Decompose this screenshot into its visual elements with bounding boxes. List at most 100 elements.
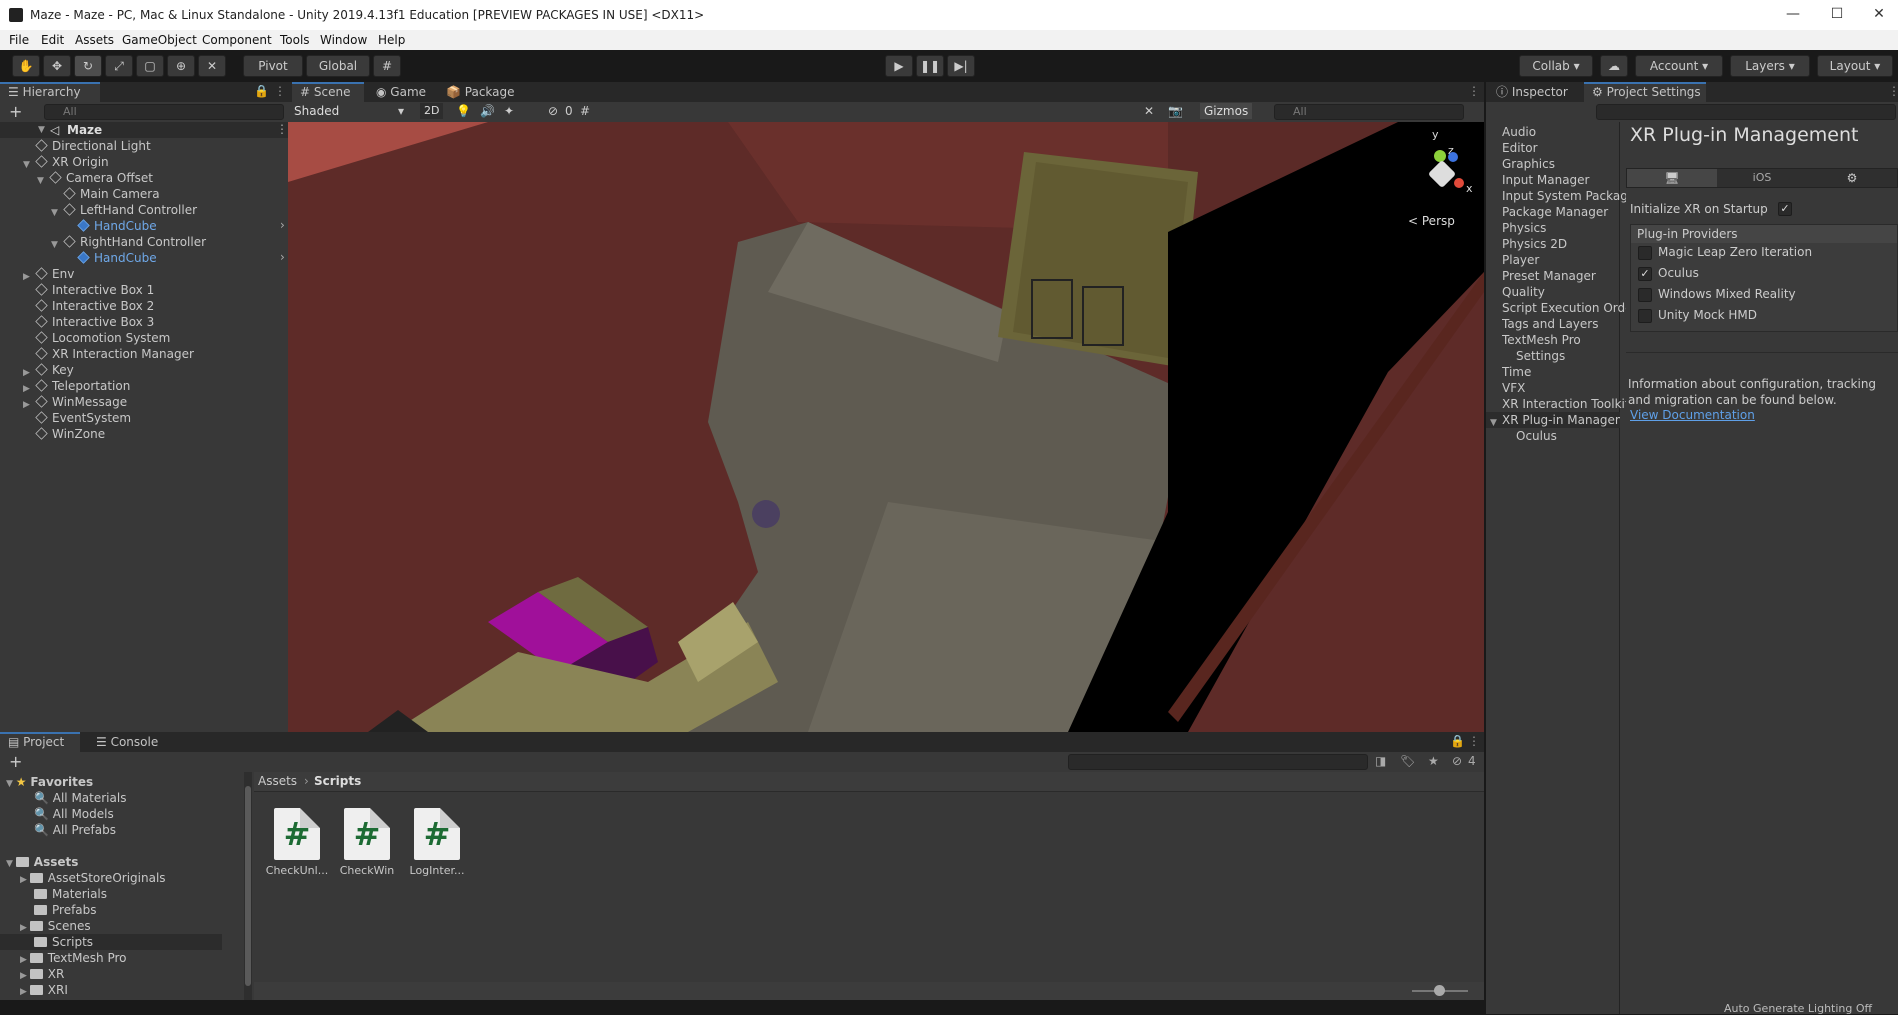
hierarchy-item[interactable]: Interactive Box 2 xyxy=(35,298,154,314)
expand-arrow-icon[interactable]: ▼ xyxy=(23,157,30,173)
audio-icon[interactable]: 🔊 xyxy=(480,104,495,118)
create-button[interactable]: + xyxy=(9,102,22,121)
settings-search-input[interactable] xyxy=(1596,104,1896,120)
settings-category[interactable]: Preset Manager xyxy=(1502,268,1626,284)
ios-platform-tab[interactable]: iOS xyxy=(1717,169,1807,187)
settings-category[interactable]: Physics xyxy=(1502,220,1626,236)
standalone-platform-tab[interactable]: 🖥 xyxy=(1627,169,1717,187)
gizmos-dropdown[interactable]: Gizmos xyxy=(1200,103,1253,119)
menu-file[interactable]: File xyxy=(9,33,29,47)
hierarchy-item[interactable]: ▼ XR Origin xyxy=(23,154,109,170)
layers-dropdown[interactable]: Layers ▾ xyxy=(1730,55,1810,77)
pause-button[interactable]: ❚❚ xyxy=(916,55,944,77)
favorite-all-materials[interactable]: 🔍 All Materials xyxy=(34,790,126,806)
hidden-objects-icon[interactable]: ⊘ xyxy=(548,104,558,118)
scene-menu-icon[interactable]: ⋮ xyxy=(1468,84,1480,98)
collab-button[interactable]: Collab ▾ xyxy=(1519,55,1593,77)
menu-tools[interactable]: Tools xyxy=(280,33,310,47)
hierarchy-item[interactable]: Directional Light xyxy=(35,138,151,154)
expand-arrow-icon[interactable]: ▼ xyxy=(51,237,58,253)
prefab-chevron-right-icon[interactable]: › xyxy=(280,218,285,232)
tab-hierarchy[interactable]: ☰ Hierarchy xyxy=(0,82,100,102)
gizmo-z-axis[interactable] xyxy=(1448,152,1458,162)
rect-tool-button[interactable]: ▢ xyxy=(136,55,164,77)
scene-row[interactable]: ▼ ◁ Maze ⋮ xyxy=(0,122,288,138)
kebab-menu-icon[interactable]: ⋮ xyxy=(274,84,286,98)
settings-category[interactable]: Package Manager xyxy=(1502,204,1626,220)
minimize-button[interactable]: — xyxy=(1784,6,1802,22)
asset-folder-row[interactable]: ▶ XRI xyxy=(20,982,68,998)
gizmo-center[interactable] xyxy=(1427,159,1457,189)
tab-scene[interactable]: # Scene xyxy=(292,82,364,102)
asset-folder-row[interactable]: ▶ XR xyxy=(20,966,64,982)
custom-tool-button[interactable]: ✕ xyxy=(198,55,226,77)
favorite-star-icon[interactable]: ★ xyxy=(1428,754,1439,768)
asset-folder-row[interactable]: ▶ TextMesh Pro xyxy=(20,950,127,966)
settings-category[interactable]: ▼TextMesh Pro xyxy=(1502,332,1626,348)
shading-mode-dropdown[interactable]: Shaded xyxy=(294,104,339,118)
provider-checkbox[interactable] xyxy=(1638,246,1652,260)
tab-project[interactable]: ▤ Project xyxy=(0,732,80,752)
hierarchy-item[interactable]: Locomotion System xyxy=(35,330,170,346)
hierarchy-item[interactable]: Interactive Box 1 xyxy=(35,282,154,298)
favorite-all-prefabs[interactable]: 🔍 All Prefabs xyxy=(34,822,116,838)
gizmo-x-axis[interactable] xyxy=(1454,178,1464,188)
tools-icon[interactable]: ✕ xyxy=(1144,104,1154,118)
maximize-button[interactable]: ☐ xyxy=(1828,6,1846,22)
hierarchy-item[interactable]: Main Camera xyxy=(63,186,160,202)
tab-inspector[interactable]: ⓘ Inspector xyxy=(1488,82,1578,102)
move-tool-button[interactable]: ✥ xyxy=(43,55,71,77)
settings-category[interactable]: Oculus xyxy=(1516,428,1640,444)
settings-category[interactable]: XR Interaction Toolkit xyxy=(1502,396,1626,412)
hierarchy-item[interactable]: WinZone xyxy=(35,426,105,442)
hierarchy-item[interactable]: Interactive Box 3 xyxy=(35,314,154,330)
collapse-arrow-icon[interactable]: ▶ xyxy=(23,381,30,397)
favorites-row[interactable]: ▼ ★ Favorites xyxy=(6,774,93,790)
transform-tool-button[interactable]: ⊕ xyxy=(167,55,195,77)
projection-toggle[interactable]: < Persp xyxy=(1408,214,1455,228)
hierarchy-item[interactable]: ▶ Env xyxy=(23,266,74,282)
asset-folder-row[interactable]: ▶ AssetStoreOriginals xyxy=(20,870,166,886)
hierarchy-item[interactable]: HandCube xyxy=(77,250,157,266)
lighting-icon[interactable]: 💡 xyxy=(456,104,471,118)
menu-window[interactable]: Window xyxy=(320,33,367,47)
lock-icon[interactable]: 🔒 xyxy=(254,84,269,98)
settings-category[interactable]: Time xyxy=(1502,364,1626,380)
asset-folder-row[interactable]: Prefabs xyxy=(20,902,97,918)
provider-checkbox[interactable]: ✓ xyxy=(1638,267,1652,281)
folder-tree-scrollbar[interactable] xyxy=(244,772,252,1000)
camera-icon[interactable]: 📷 xyxy=(1168,104,1183,118)
chevron-down-icon[interactable]: ▾ xyxy=(398,104,404,118)
settings-category[interactable]: Input Manager xyxy=(1502,172,1626,188)
menu-gameobject[interactable]: GameObject xyxy=(122,33,197,47)
scene-search-input[interactable]: All xyxy=(1274,104,1464,120)
hierarchy-search-input[interactable]: All xyxy=(44,104,284,120)
csharp-script-icon[interactable]: # xyxy=(414,808,460,860)
prefab-chevron-right-icon[interactable]: › xyxy=(280,250,285,264)
grid-snap-button[interactable]: # xyxy=(373,55,401,77)
close-button[interactable]: ✕ xyxy=(1870,6,1888,22)
collapse-arrow-icon[interactable]: ▶ xyxy=(23,397,30,413)
collapse-arrow-icon[interactable]: ▶ xyxy=(20,971,30,981)
hand-tool-button[interactable]: ✋ xyxy=(12,55,40,77)
lock-icon[interactable]: 🔒 xyxy=(1450,734,1465,748)
asset-folder-row[interactable]: Materials xyxy=(20,886,107,902)
script-file-label[interactable]: CheckUnl... xyxy=(262,864,332,877)
menu-assets[interactable]: Assets xyxy=(75,33,114,47)
collapse-arrow-icon[interactable]: ▶ xyxy=(23,269,30,285)
scene-menu-icon[interactable]: ⋮ xyxy=(276,122,288,136)
step-button[interactable]: ▶| xyxy=(947,55,975,77)
breadcrumb-assets[interactable]: Assets xyxy=(258,774,297,788)
global-toggle[interactable]: Global xyxy=(306,55,370,77)
tab-game[interactable]: ◉ Game xyxy=(368,82,438,102)
csharp-script-icon[interactable]: # xyxy=(344,808,390,860)
settings-category[interactable]: ▼ XR Plug-in Management xyxy=(1486,412,1620,428)
hierarchy-item[interactable]: ▶ Teleportation xyxy=(23,378,130,394)
hierarchy-item[interactable]: ▶ Key xyxy=(23,362,74,378)
collapse-arrow-icon[interactable]: ▶ xyxy=(23,365,30,381)
settings-category[interactable]: Graphics xyxy=(1502,156,1626,172)
menu-help[interactable]: Help xyxy=(378,33,405,47)
hidden-packages-icon[interactable]: ⊘ xyxy=(1452,754,1462,768)
hierarchy-item[interactable]: ▶ WinMessage xyxy=(23,394,127,410)
init-xr-checkbox[interactable]: ✓ xyxy=(1778,202,1792,216)
